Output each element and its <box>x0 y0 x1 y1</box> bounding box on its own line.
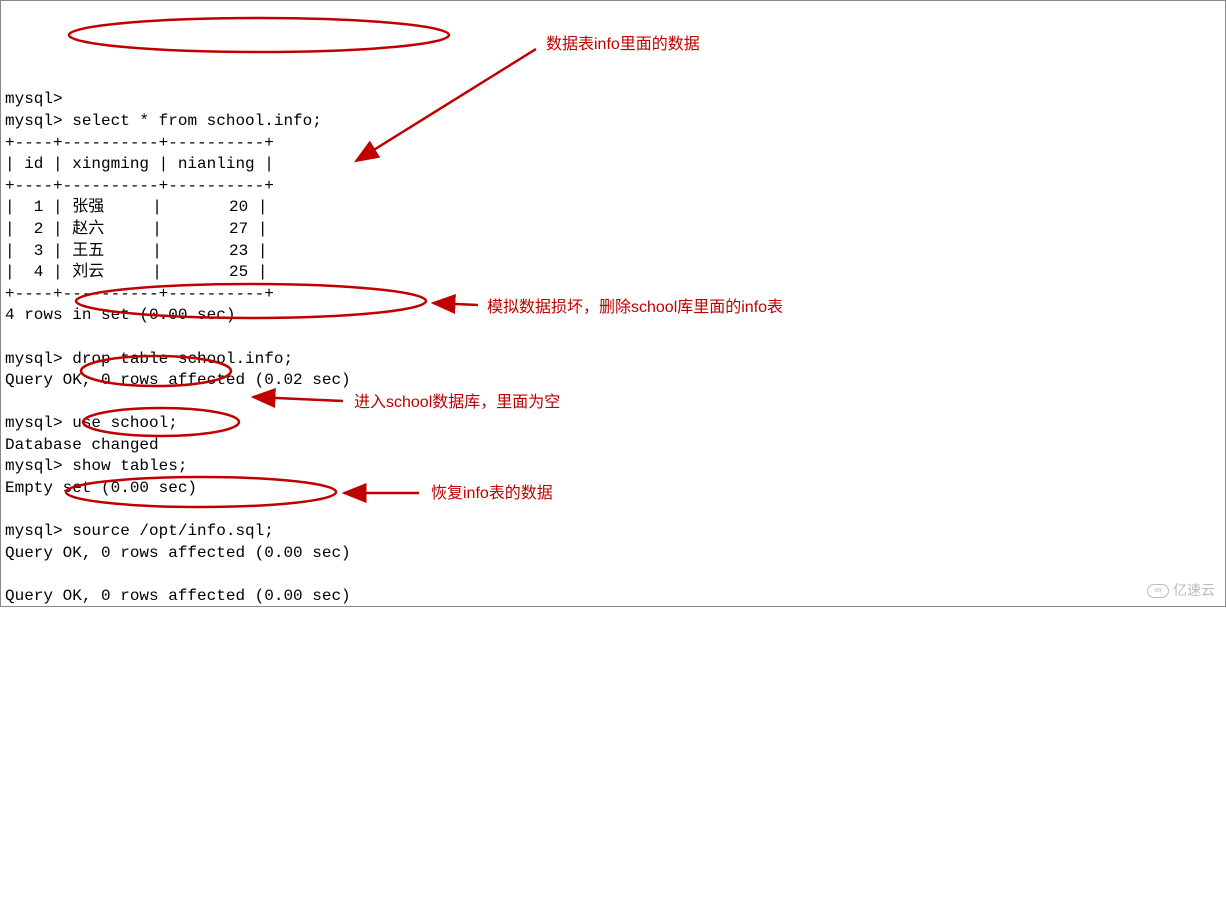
prompt: mysql> <box>5 112 63 130</box>
table-header: | id | xingming | nianling | <box>5 155 274 173</box>
sql-use-command: use school; <box>72 414 178 432</box>
watermark-text: 亿速云 <box>1173 581 1215 600</box>
annotation-source: 恢复info表的数据 <box>431 483 553 505</box>
watermark-icon: ∞ <box>1147 584 1169 598</box>
result-query-ok: Query OK, 0 rows affected (0.02 sec) <box>5 371 351 389</box>
annotation-select: 数据表info里面的数据 <box>546 34 700 56</box>
table-row: | 1 | 张强 | 20 | <box>5 198 267 216</box>
table-border: +----+----------+----------+ <box>5 285 274 303</box>
prompt: mysql> <box>5 522 63 540</box>
terminal-output: mysql> mysql> select * from school.info;… <box>5 89 1221 607</box>
result-query-ok: Query OK, 0 rows affected (0.00 sec) <box>5 544 351 562</box>
table-row: | 2 | 赵六 | 27 | <box>5 220 267 238</box>
sql-drop-command: drop table school.info; <box>72 350 293 368</box>
sql-select-command: select * from school.info; <box>72 112 322 130</box>
table-row: | 4 | 刘云 | 25 | <box>5 263 267 281</box>
prompt: mysql> <box>5 414 63 432</box>
prompt: mysql> <box>5 457 63 475</box>
sql-source-command: source /opt/info.sql; <box>72 522 274 540</box>
result-query-ok: Query OK, 0 rows affected (0.00 sec) <box>5 587 351 605</box>
prompt: mysql> <box>5 90 63 108</box>
table-border: +----+----------+----------+ <box>5 177 274 195</box>
prompt: mysql> <box>5 350 63 368</box>
sql-show-command: show tables; <box>72 457 187 475</box>
watermark: ∞ 亿速云 <box>1147 581 1215 600</box>
result-empty-set: Empty set (0.00 sec) <box>5 479 197 497</box>
annotation-use: 进入school数据库，里面为空 <box>354 392 560 414</box>
result-db-changed: Database changed <box>5 436 159 454</box>
table-row: | 3 | 王五 | 23 | <box>5 242 267 260</box>
result-rows-in-set: 4 rows in set (0.00 sec) <box>5 306 235 324</box>
table-border: +----+----------+----------+ <box>5 134 274 152</box>
annotation-drop: 模拟数据损坏，删除school库里面的info表 <box>487 297 783 319</box>
